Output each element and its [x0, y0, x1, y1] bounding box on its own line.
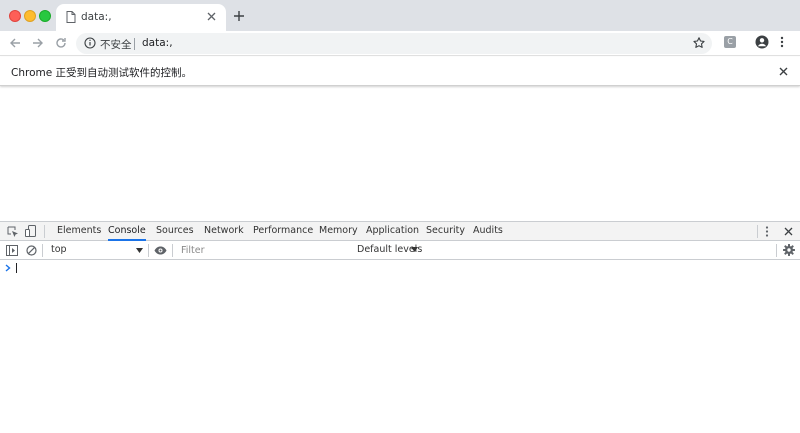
tab-security[interactable]: Security: [426, 222, 465, 241]
forward-arrow-icon[interactable]: [32, 37, 44, 49]
console-output[interactable]: [0, 260, 800, 433]
console-separator: [172, 244, 173, 257]
inspect-element-icon[interactable]: [7, 226, 19, 238]
new-tab-icon[interactable]: [233, 10, 245, 22]
tab-strip: data:,: [0, 0, 800, 31]
file-icon: [66, 11, 76, 23]
info-icon[interactable]: [84, 37, 96, 49]
clear-console-icon[interactable]: [26, 245, 37, 256]
browser-toolbar: 不安全 data:,: [0, 31, 800, 56]
console-filter-input[interactable]: [176, 243, 352, 258]
tab-application[interactable]: Application: [366, 222, 419, 241]
tab-performance[interactable]: Performance: [253, 222, 313, 241]
tab-memory[interactable]: Memory: [319, 222, 358, 241]
omnibox-divider: [134, 38, 135, 50]
devtools-close-icon[interactable]: [784, 227, 793, 236]
devtools-menu-icon[interactable]: [765, 226, 769, 237]
omnibox[interactable]: 不安全 data:,: [76, 33, 712, 54]
tab-elements[interactable]: Elements: [57, 222, 101, 241]
reload-icon[interactable]: [55, 37, 67, 49]
console-separator: [776, 244, 777, 257]
extension-icon[interactable]: C: [724, 36, 736, 48]
context-selector[interactable]: top: [47, 243, 145, 258]
tab-close-icon[interactable]: [207, 12, 216, 21]
context-value: top: [51, 244, 67, 255]
browser-tab[interactable]: data:,: [56, 4, 226, 31]
infobar-close-icon[interactable]: [779, 67, 788, 76]
devtools-tab-bar: Elements Console Sources Network Perform…: [0, 222, 800, 241]
dropdown-arrow-icon[interactable]: [411, 247, 418, 252]
back-arrow-icon[interactable]: [9, 37, 21, 49]
tab-title: data:,: [81, 11, 112, 23]
window-zoom-button[interactable]: [39, 10, 51, 22]
dropdown-arrow-icon: [136, 248, 143, 253]
url-text[interactable]: data:,: [142, 37, 173, 49]
tab-sources[interactable]: Sources: [156, 222, 194, 241]
security-status-label[interactable]: 不安全: [100, 37, 132, 52]
window-close-button[interactable]: [9, 10, 21, 22]
browser-menu-icon[interactable]: [780, 36, 784, 48]
console-sidebar-icon[interactable]: [6, 245, 18, 256]
device-toolbar-icon[interactable]: [25, 225, 37, 238]
tab-console[interactable]: Console: [108, 222, 146, 241]
console-separator: [148, 244, 149, 257]
prompt-chevron-icon: [5, 264, 11, 272]
devtools-separator: [757, 225, 758, 238]
automation-infobar: Chrome 正受到自动测试软件的控制。: [0, 57, 800, 86]
tab-network[interactable]: Network: [204, 222, 244, 241]
infobar-message: Chrome 正受到自动测试软件的控制。: [11, 67, 193, 79]
devtools-separator: [44, 225, 45, 238]
account-icon[interactable]: [755, 35, 769, 49]
tab-audits[interactable]: Audits: [473, 222, 503, 241]
console-separator: [42, 244, 43, 257]
bookmark-star-icon[interactable]: [693, 37, 705, 49]
live-expression-eye-icon[interactable]: [154, 246, 167, 255]
console-toolbar: top Default levels: [0, 241, 800, 260]
window-minimize-button[interactable]: [24, 10, 36, 22]
devtools-panel: Elements Console Sources Network Perform…: [0, 221, 800, 433]
console-input-caret[interactable]: [16, 263, 17, 273]
console-settings-gear-icon[interactable]: [783, 244, 795, 256]
